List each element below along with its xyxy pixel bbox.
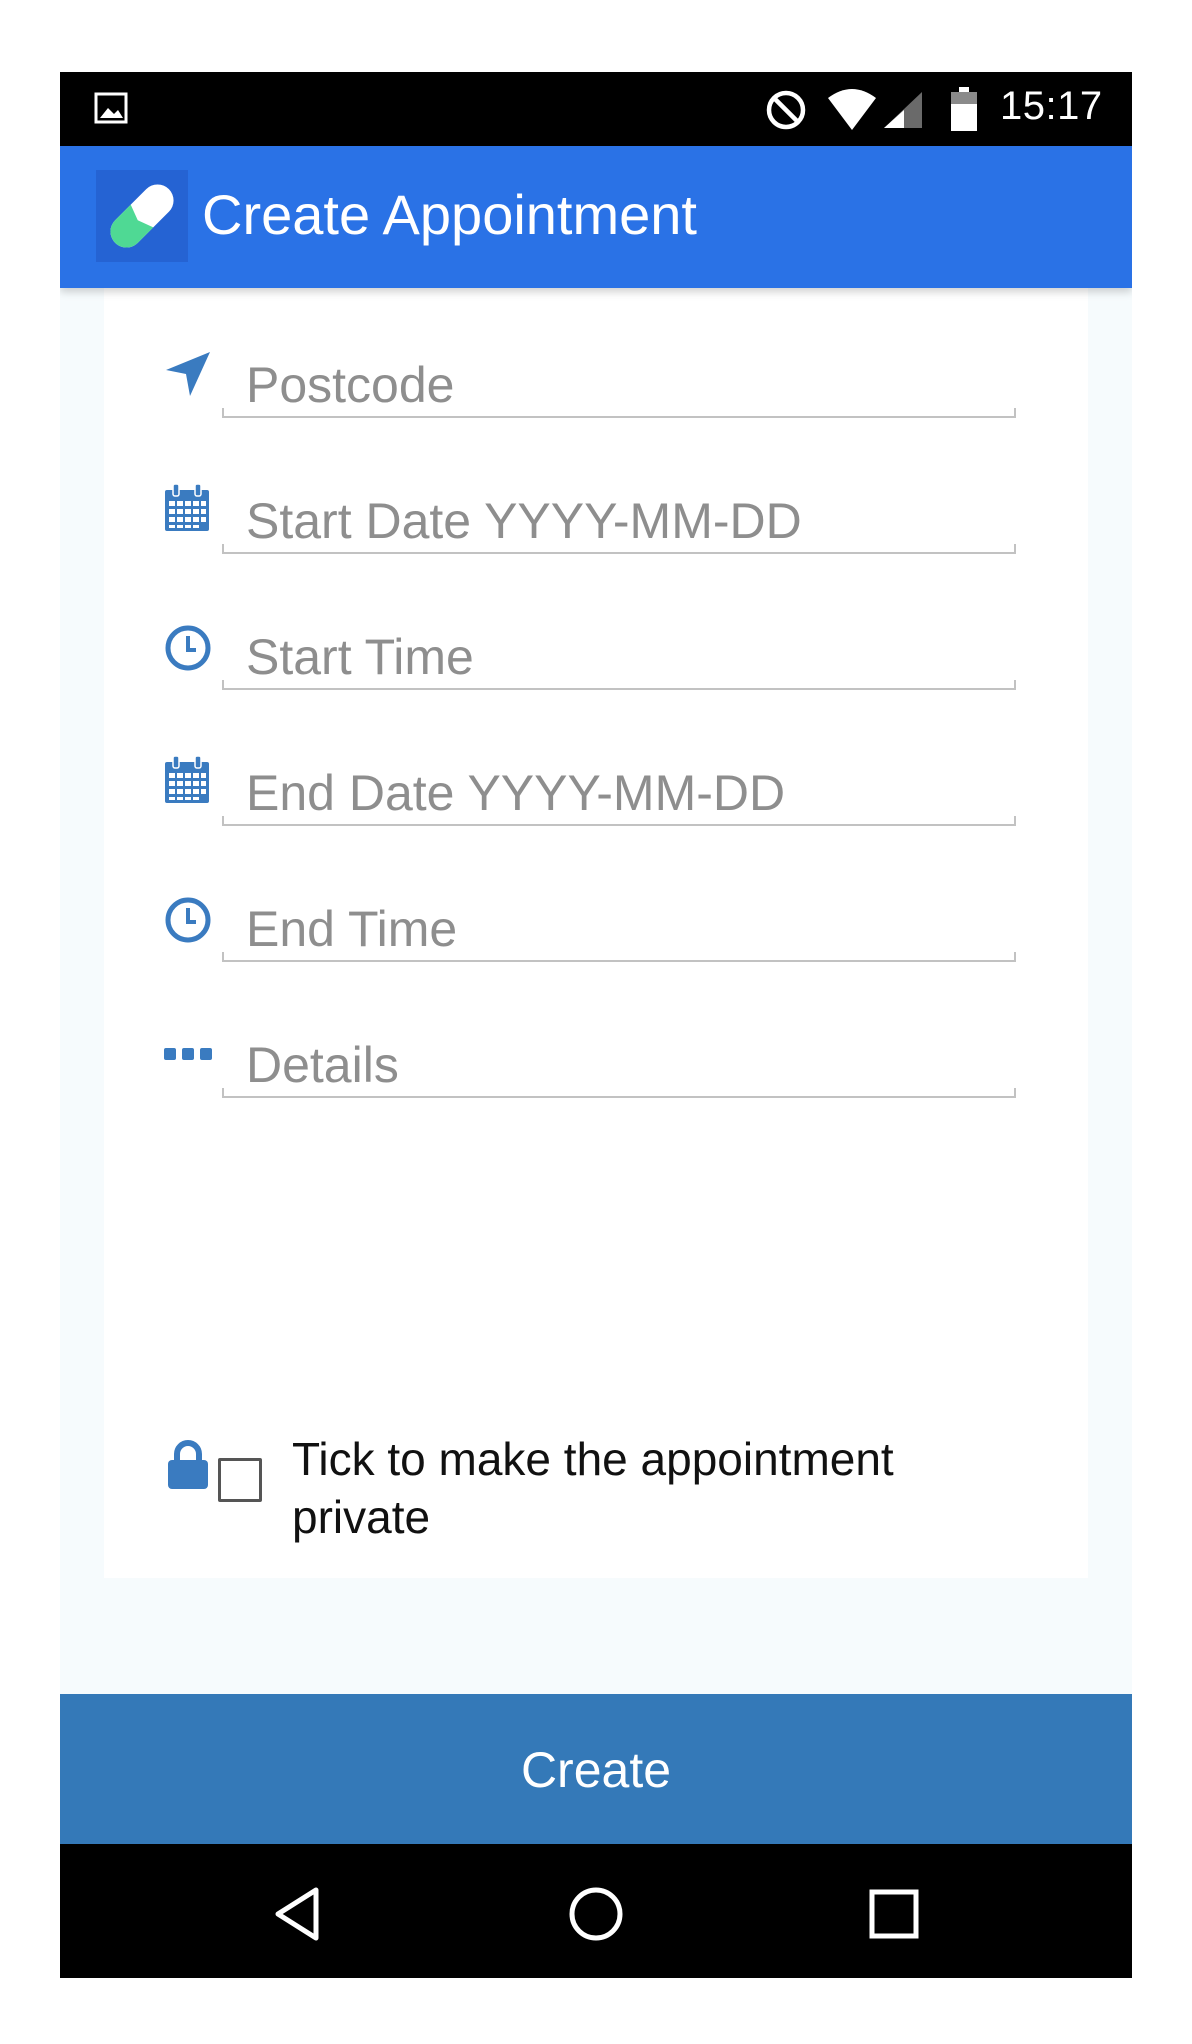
end-time-row <box>104 894 1088 1024</box>
wifi-icon <box>828 89 876 130</box>
private-checkbox-row: Tick to make the appointment private <box>104 1430 1088 1560</box>
calendar-icon <box>165 484 209 531</box>
status-clock: 15:17 <box>1000 84 1103 128</box>
calendar-icon <box>165 756 209 803</box>
app-bar: Create Appointment <box>60 146 1132 288</box>
image-notification-icon <box>94 92 128 124</box>
details-underline <box>222 1088 1016 1098</box>
battery-icon <box>951 87 977 131</box>
postcode-underline <box>222 408 1016 418</box>
start-time-underline <box>222 680 1016 690</box>
end-date-underline <box>222 816 1016 826</box>
pill-logo-icon <box>96 170 188 262</box>
details-row <box>104 1030 1088 1160</box>
navigation-bar <box>60 1844 1132 1978</box>
end-date-row <box>104 756 1088 888</box>
start-date-underline <box>222 544 1016 554</box>
clock-icon <box>165 625 211 671</box>
start-time-row <box>104 622 1088 752</box>
home-icon[interactable] <box>566 1884 626 1944</box>
postcode-row <box>104 350 1088 480</box>
start-date-row <box>104 484 1088 616</box>
create-button[interactable]: Create <box>60 1694 1132 1844</box>
page-title: Create Appointment <box>202 183 697 246</box>
status-bar: 15:17 <box>60 72 1132 146</box>
ellipsis-icon <box>164 1048 212 1060</box>
lock-icon <box>168 1440 208 1489</box>
do-not-disturb-icon <box>766 90 806 130</box>
end-time-underline <box>222 952 1016 962</box>
recents-icon[interactable] <box>864 1884 924 1944</box>
private-checkbox[interactable] <box>218 1458 262 1502</box>
cell-signal-icon <box>884 92 922 128</box>
location-arrow-icon <box>166 352 210 396</box>
appointment-form: Tick to make the appointment private <box>104 288 1088 1578</box>
clock-icon <box>165 897 211 943</box>
phone-screen: 15:17 Create Appointment Postcode Start … <box>60 72 1132 1978</box>
private-checkbox-label: Tick to make the appointment private <box>292 1433 894 1543</box>
back-icon[interactable] <box>268 1884 328 1944</box>
